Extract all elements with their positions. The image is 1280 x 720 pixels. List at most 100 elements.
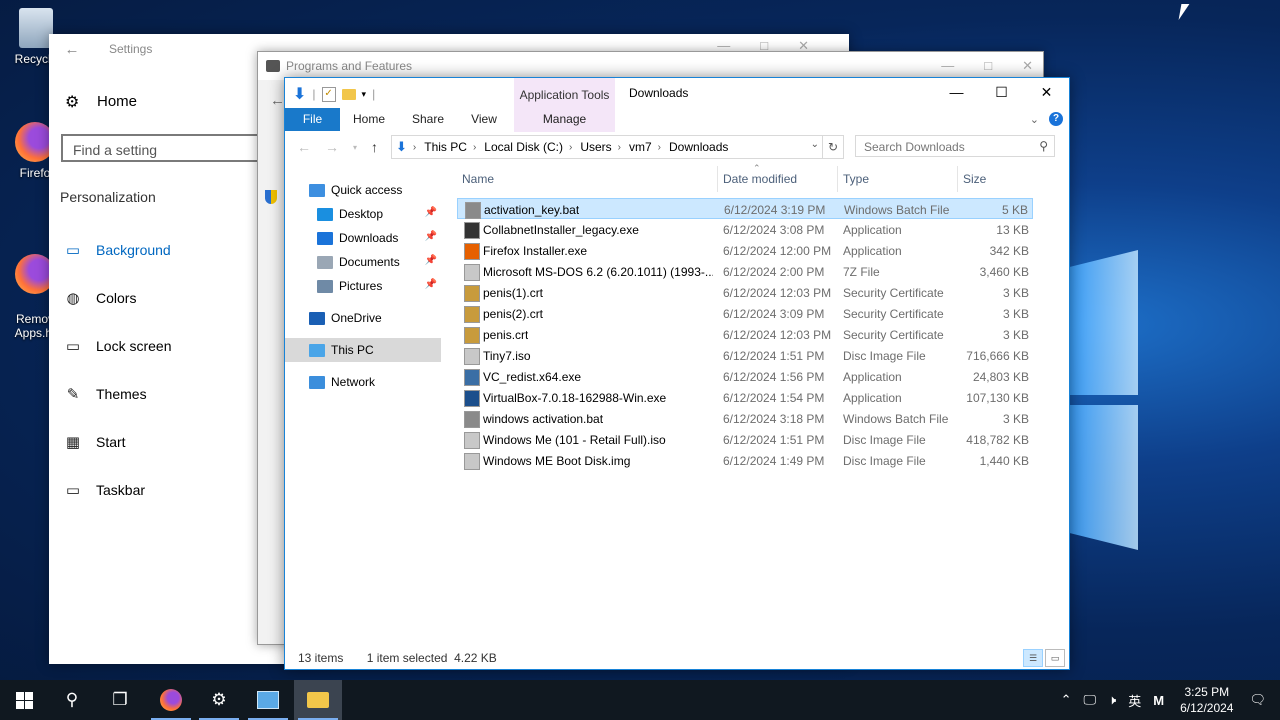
ime-indicator[interactable]: 英 [1128, 691, 1141, 710]
file-row[interactable]: penis(2).crt 6/12/2024 3:09 PM Security Ce… [457, 303, 1033, 324]
minimize-button[interactable]: — [934, 78, 979, 106]
show-hidden-icons-chevron-icon[interactable]: ⌃ [1061, 692, 1072, 708]
volume-muted-icon[interactable]: 🕨 [1108, 692, 1116, 708]
details-view-icon[interactable]: ☰ [1023, 649, 1043, 667]
forward-arrow-icon[interactable]: → [325, 139, 339, 155]
new-folder-icon[interactable] [341, 88, 356, 100]
tab-manage[interactable]: Manage [514, 108, 615, 131]
breadcrumb-vm7[interactable]: vm7 [629, 140, 652, 154]
column-size[interactable]: Size [963, 172, 986, 186]
network-status-icon[interactable]: 🖵 [1083, 692, 1096, 708]
file-row[interactable]: Microsoft MS-DOS 6.2 (6.20.1011) (1993-.… [457, 261, 1033, 282]
file-date: 6/12/2024 1:49 PM [723, 454, 825, 468]
help-icon[interactable]: ? [1049, 112, 1063, 126]
quick-access-toolbar: ⬇ | ✓ ▾ | [293, 84, 375, 104]
file-row[interactable]: VirtualBox-7.0.18-162988-Win.exe 6/12/202… [457, 387, 1033, 408]
clock[interactable]: 3:25 PM 6/12/2024 [1180, 684, 1233, 716]
qat-dropdown-icon[interactable]: ▾ [362, 89, 367, 100]
tab-file[interactable]: File [285, 108, 340, 131]
address-bar[interactable]: ⬇ › This PC › Local Disk (C:) › Users › vm7… [391, 135, 823, 159]
file-row[interactable]: activation_key.bat 6/12/2024 3:19 PM Windo… [457, 198, 1033, 219]
nav-item[interactable]: Documents 📌 [285, 250, 441, 274]
breadcrumb-downloads[interactable]: Downloads [669, 140, 728, 154]
search-downloads-input[interactable]: Search Downloads ⚲ [855, 135, 1055, 157]
task-view-button[interactable]: ❐ [96, 680, 144, 720]
tab-home[interactable]: Home [341, 108, 397, 131]
nav-item[interactable]: Desktop 📌 [285, 202, 441, 226]
settings-nav-background[interactable]: ▭ Background [64, 226, 171, 274]
file-date: 6/12/2024 3:19 PM [724, 203, 826, 217]
file-row[interactable]: windows activation.bat 6/12/2024 3:18 PM W… [457, 408, 1033, 429]
file-name: penis(2).crt [483, 307, 544, 321]
file-explorer-taskbar-button[interactable] [294, 680, 342, 720]
close-button[interactable]: ✕ [1024, 78, 1069, 106]
settings-nav-taskbar[interactable]: ▭ Taskbar [64, 466, 171, 514]
breadcrumb-separator: › [568, 141, 573, 153]
expand-ribbon-icon[interactable]: ⌄ [1030, 113, 1039, 126]
separator: | [372, 87, 376, 101]
column-date[interactable]: Date modified [723, 172, 797, 186]
file-name: windows activation.bat [483, 412, 604, 426]
back-arrow-icon[interactable]: ← [297, 139, 311, 155]
breadcrumb-local-disk[interactable]: Local Disk (C:) [484, 140, 563, 154]
file-row[interactable]: penis(1).crt 6/12/2024 12:03 PM Security C… [457, 282, 1033, 303]
properties-icon[interactable]: ✓ [321, 86, 336, 102]
pin-icon[interactable]: 📌 [425, 207, 437, 218]
file-row[interactable]: Tiny7.iso 6/12/2024 1:51 PM Disc Image Fil… [457, 345, 1033, 366]
column-divider[interactable] [837, 166, 838, 192]
pin-icon[interactable]: 📌 [425, 279, 437, 290]
nav-item[interactable]: This PC [285, 338, 441, 362]
installer-icon [464, 222, 480, 239]
search-taskbar-button[interactable]: ⚲ [48, 680, 96, 720]
column-name[interactable]: Name [462, 172, 494, 186]
start-button[interactable] [0, 680, 48, 720]
pin-icon[interactable]: 📌 [425, 255, 437, 266]
settings-nav-themes[interactable]: ✎ Themes [64, 370, 171, 418]
nav-item[interactable]: Pictures 📌 [285, 274, 441, 298]
file-row[interactable]: Windows ME Boot Disk.img 6/12/2024 1:49 P… [457, 450, 1033, 471]
nav-item[interactable]: OneDrive [285, 306, 441, 330]
file-row[interactable]: Windows Me (101 - Retail Full).iso 6/12/2… [457, 429, 1033, 450]
settings-nav: ▭ Background ◍ Colors ▭ Lock screen ✎ Themes… [64, 226, 172, 514]
address-dropdown-icon[interactable]: ⌄ [811, 139, 819, 150]
file-row[interactable]: CollabnetInstaller_legacy.exe 6/12/2024 3… [457, 219, 1033, 240]
column-divider[interactable] [957, 166, 958, 192]
desktop-folder-icon [317, 207, 333, 221]
firefox-taskbar-button[interactable] [147, 680, 195, 720]
up-arrow-icon[interactable]: ↑ [371, 139, 378, 155]
column-type[interactable]: Type [843, 172, 869, 186]
file-row[interactable]: VC_redist.x64.exe 6/12/2024 1:56 PM Applic… [457, 366, 1033, 387]
recent-dropdown-icon[interactable]: ▾ [353, 143, 357, 152]
breadcrumb-this-pc[interactable]: This PC [424, 140, 467, 154]
action-center-icon[interactable]: 🗨 [1249, 692, 1266, 708]
column-divider[interactable] [717, 166, 718, 192]
file-type: Security Certificate [843, 307, 944, 321]
ime-mode-indicator[interactable]: M [1153, 693, 1164, 708]
settings-nav-lock-screen[interactable]: ▭ Lock screen [64, 322, 172, 370]
breadcrumb-users[interactable]: Users [580, 140, 611, 154]
settings-home-link[interactable]: ⚙ Home [65, 92, 137, 112]
control-panel-taskbar-button[interactable] [244, 680, 292, 720]
refresh-icon[interactable]: ↻ [822, 135, 844, 159]
pin-icon[interactable]: 📌 [425, 231, 437, 242]
settings-nav-start[interactable]: ▦ Start [64, 418, 171, 466]
maximize-button[interactable]: ☐ [979, 78, 1024, 106]
file-size: 716,666 KB [966, 349, 1029, 363]
file-row[interactable]: penis.crt 6/12/2024 12:03 PM Security Cert… [457, 324, 1033, 345]
nav-item[interactable]: Network [285, 370, 441, 394]
tab-view[interactable]: View [457, 108, 511, 131]
back-arrow-icon[interactable]: ← [49, 41, 95, 58]
settings-taskbar-button[interactable]: ⚙ [195, 680, 243, 720]
programs-window-controls[interactable]: — □ ✕ [911, 58, 1033, 74]
settings-nav-colors[interactable]: ◍ Colors [64, 274, 171, 322]
large-icons-view-icon[interactable]: ▭ [1045, 649, 1065, 667]
nav-item-label: Downloads [339, 231, 399, 245]
nav-item[interactable]: Downloads 📌 [285, 226, 441, 250]
nav-item[interactable]: Quick access [285, 178, 441, 202]
back-arrow-icon[interactable]: ← [270, 92, 285, 109]
file-row[interactable]: Firefox Installer.exe 6/12/2024 12:00 PM A… [457, 240, 1033, 261]
file-type: Disc Image File [843, 433, 926, 447]
file-name: penis.crt [483, 328, 529, 342]
pictures-folder-icon [317, 279, 333, 293]
tab-share[interactable]: Share [400, 108, 456, 131]
